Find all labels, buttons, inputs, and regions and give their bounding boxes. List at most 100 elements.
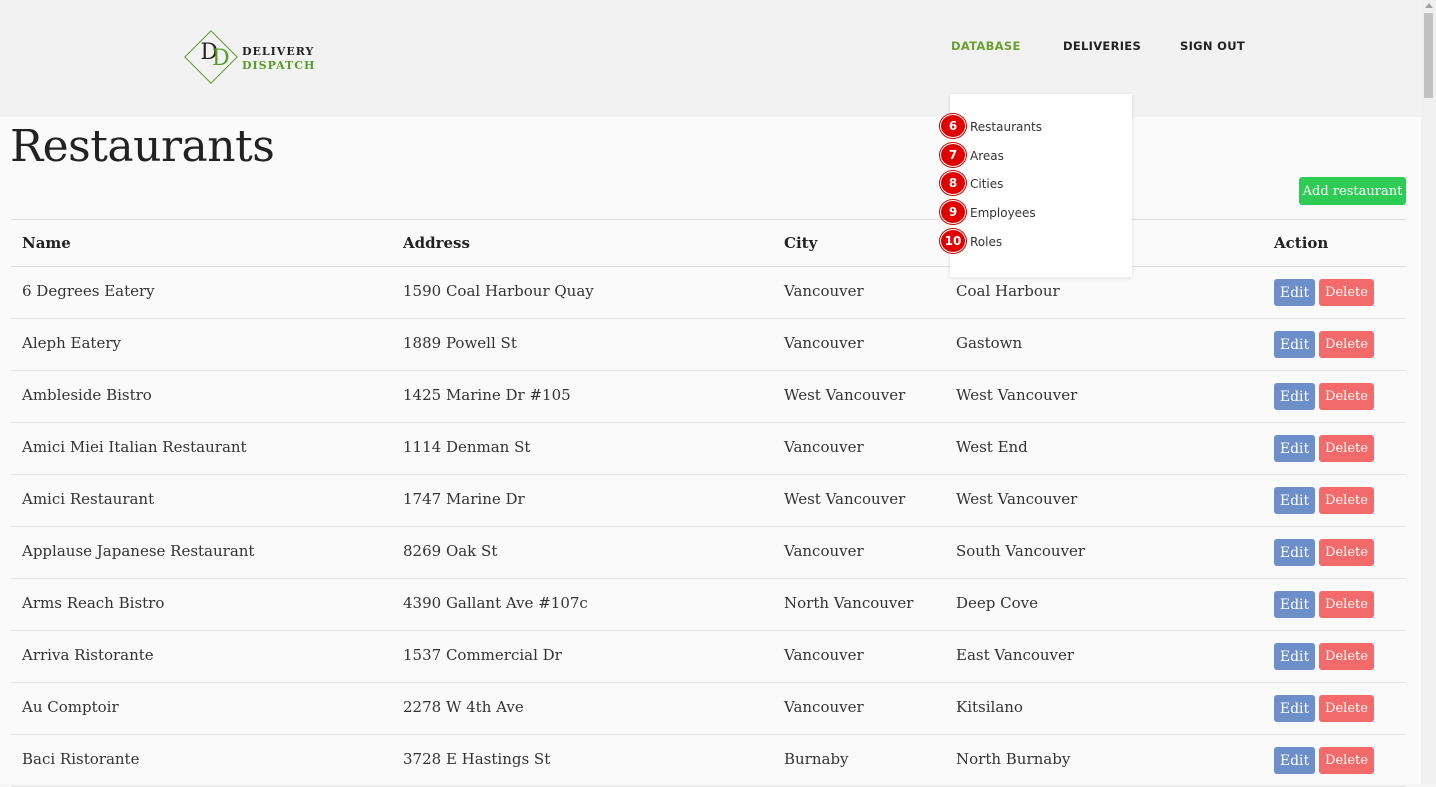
cell-address: 1425 Marine Dr #105 [403,386,571,404]
edit-button[interactable]: Edit [1274,695,1315,722]
delete-button[interactable]: Delete [1319,279,1374,306]
marker-badge: 6 [940,114,966,138]
table-row: Arms Reach Bistro 4390 Gallant Ave #107c N… [11,579,1406,631]
cell-name: Amici Miei Italian Restaurant [22,438,247,456]
table-row: Amici Miei Italian Restaurant 1114 Denman… [11,423,1406,475]
delete-button[interactable]: Delete [1319,747,1374,774]
table-row: 6 Degrees Eatery 1590 Coal Harbour Quay Va… [11,267,1406,319]
cell-address: 4390 Gallant Ave #107c [403,594,588,612]
cell-address: 1590 Coal Harbour Quay [403,282,594,300]
cell-city: Vancouver [784,282,864,300]
delete-button[interactable]: Delete [1319,435,1374,462]
cell-name: Arms Reach Bistro [22,594,165,612]
cell-address: 1747 Marine Dr [403,490,525,508]
edit-button[interactable]: Edit [1274,487,1315,514]
dropdown-item-label: Roles [970,235,1003,249]
site-header: DD DELIVERY DISPATCH DATABASE DELIVERIES… [0,0,1421,117]
cell-area: North Burnaby [956,750,1071,768]
cell-area: West End [956,438,1028,456]
cell-address: 8269 Oak St [403,542,498,560]
delete-button[interactable]: Delete [1319,591,1374,618]
column-header-city: City [784,234,818,252]
marker-badge: 7 [940,143,966,167]
brand-name-line1: DELIVERY [242,45,315,58]
edit-button[interactable]: Edit [1274,279,1315,306]
restaurants-table: Name Address City Action 6 Degrees Eater… [11,219,1406,787]
scrollbar-thumb[interactable] [1424,13,1433,98]
nav-deliveries[interactable]: DELIVERIES [1063,39,1141,53]
cell-area: East Vancouver [956,646,1075,664]
cell-area: Deep Cove [956,594,1039,612]
cell-area: Coal Harbour [956,282,1060,300]
add-restaurant-button[interactable]: Add restaurant [1299,177,1406,205]
column-header-name: Name [22,234,71,252]
table-row: Amici Restaurant 1747 Marine Dr West Vanco… [11,475,1406,527]
edit-button[interactable]: Edit [1274,383,1315,410]
dropdown-item-roles[interactable]: 10 Roles [940,229,1003,253]
brand-name-line2: DISPATCH [242,59,316,72]
table-row: Baci Ristorante 3728 E Hastings St Burnaby… [11,735,1406,787]
page-title: Restaurants [10,121,275,172]
dropdown-item-restaurants[interactable]: 6 Restaurants [940,114,1042,138]
cell-address: 3728 E Hastings St [403,750,551,768]
dropdown-item-employees[interactable]: 9 Employees [940,200,1036,224]
delete-button[interactable]: Delete [1319,331,1374,358]
cell-city: Vancouver [784,542,864,560]
cell-city: North Vancouver [784,594,914,612]
edit-button[interactable]: Edit [1274,539,1315,566]
edit-button[interactable]: Edit [1274,435,1315,462]
cell-name: Aleph Eatery [22,334,121,352]
table-row: Ambleside Bistro 1425 Marine Dr #105 West … [11,371,1406,423]
cell-name: Baci Ristorante [22,750,140,768]
edit-button[interactable]: Edit [1274,591,1315,618]
cell-area: West Vancouver [956,490,1078,508]
table-row: Aleph Eatery 1889 Powell St Vancouver Gasto… [11,319,1406,371]
cell-address: 1114 Denman St [403,438,531,456]
page-scrollbar[interactable] [1421,0,1436,784]
cell-area: Gastown [956,334,1023,352]
delete-button[interactable]: Delete [1319,643,1374,670]
edit-button[interactable]: Edit [1274,747,1315,774]
dropdown-item-cities[interactable]: 8 Cities [940,171,1004,195]
dropdown-item-label: Restaurants [970,120,1042,134]
cell-address: 2278 W 4th Ave [403,698,524,716]
marker-badge: 8 [940,171,966,195]
scroll-up-arrow-icon[interactable] [1425,3,1433,8]
cell-city: West Vancouver [784,490,906,508]
dropdown-item-label: Employees [970,206,1036,220]
dropdown-item-label: Areas [970,149,1004,163]
cell-name: Arriva Ristorante [22,646,154,664]
table-row: Au Comptoir 2278 W 4th Ave Vancouver Kitsil… [11,683,1406,735]
cell-address: 1889 Powell St [403,334,517,352]
brand-logo[interactable]: DD DELIVERY DISPATCH [184,30,316,88]
logo-monogram: DD [200,40,229,71]
marker-badge: 10 [940,229,966,253]
cell-city: Vancouver [784,698,864,716]
cell-name: Amici Restaurant [22,490,155,508]
cell-city: Vancouver [784,646,864,664]
delete-button[interactable]: Delete [1319,487,1374,514]
cell-name: Applause Japanese Restaurant [22,542,255,560]
cell-address: 1537 Commercial Dr [403,646,562,664]
column-header-action: Action [1274,234,1329,252]
cell-area: Kitsilano [956,698,1023,716]
delete-button[interactable]: Delete [1319,539,1374,566]
cell-city: Vancouver [784,438,864,456]
delete-button[interactable]: Delete [1319,695,1374,722]
cell-area: South Vancouver [956,542,1086,560]
delete-button[interactable]: Delete [1319,383,1374,410]
edit-button[interactable]: Edit [1274,643,1315,670]
table-row: Applause Japanese Restaurant 8269 Oak St V… [11,527,1406,579]
cell-area: West Vancouver [956,386,1078,404]
cell-city: Vancouver [784,334,864,352]
cell-city: Burnaby [784,750,849,768]
dropdown-item-label: Cities [970,177,1004,191]
nav-database[interactable]: DATABASE [951,39,1021,53]
cell-name: 6 Degrees Eatery [22,282,155,300]
nav-sign-out[interactable]: SIGN OUT [1180,39,1245,53]
table-body: 6 Degrees Eatery 1590 Coal Harbour Quay Va… [11,267,1406,787]
table-row: Arriva Ristorante 1537 Commercial Dr Vanco… [11,631,1406,683]
edit-button[interactable]: Edit [1274,331,1315,358]
dropdown-item-areas[interactable]: 7 Areas [940,143,1004,167]
main-content: Restaurants Add restaurant Name Address … [0,117,1421,787]
